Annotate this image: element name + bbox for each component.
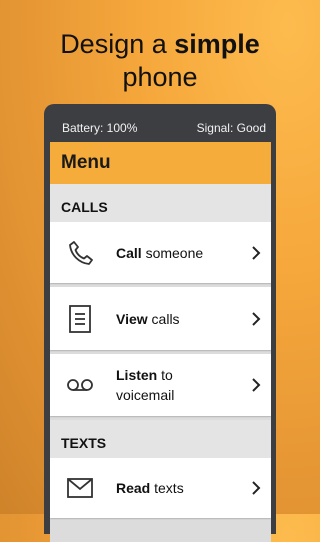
chevron-right-icon xyxy=(250,245,262,261)
section-calls-header: CALLS xyxy=(50,184,271,222)
signal-status: Signal: Good xyxy=(196,121,266,135)
battery-status: Battery: 100% xyxy=(62,121,138,135)
view-calls-item[interactable]: View calls xyxy=(50,287,271,350)
phone-screen: Menu CALLS Call someone View calls Liste… xyxy=(50,142,271,542)
section-texts-header: TEXTS xyxy=(50,420,271,458)
chevron-right-icon xyxy=(250,377,262,393)
read-texts-label: Read texts xyxy=(116,480,184,496)
promo-headline: Design a simple phone xyxy=(0,28,320,94)
call-log-icon xyxy=(65,304,95,333)
phone-frame: Battery: 100% Signal: Good Menu CALLS Ca… xyxy=(44,104,276,542)
headline-line2: phone xyxy=(122,62,198,92)
chevron-right-icon xyxy=(250,480,262,496)
envelope-icon xyxy=(65,474,95,502)
headline-bold: simple xyxy=(174,29,260,59)
read-texts-item[interactable]: Read texts xyxy=(50,458,271,518)
call-someone-label: Call someone xyxy=(116,244,204,261)
call-someone-item[interactable]: Call someone xyxy=(50,222,271,283)
menu-title: Menu xyxy=(50,142,271,184)
phone-icon xyxy=(65,239,95,267)
status-bar: Battery: 100% Signal: Good xyxy=(44,104,276,142)
chevron-right-icon xyxy=(250,311,262,327)
view-calls-label: View calls xyxy=(116,310,180,327)
headline-text: Design a xyxy=(60,29,175,59)
voicemail-icon xyxy=(65,371,95,399)
listen-voicemail-item[interactable]: Listen to voicemail xyxy=(50,354,271,416)
listen-voicemail-label: Listen to voicemail xyxy=(116,367,175,403)
